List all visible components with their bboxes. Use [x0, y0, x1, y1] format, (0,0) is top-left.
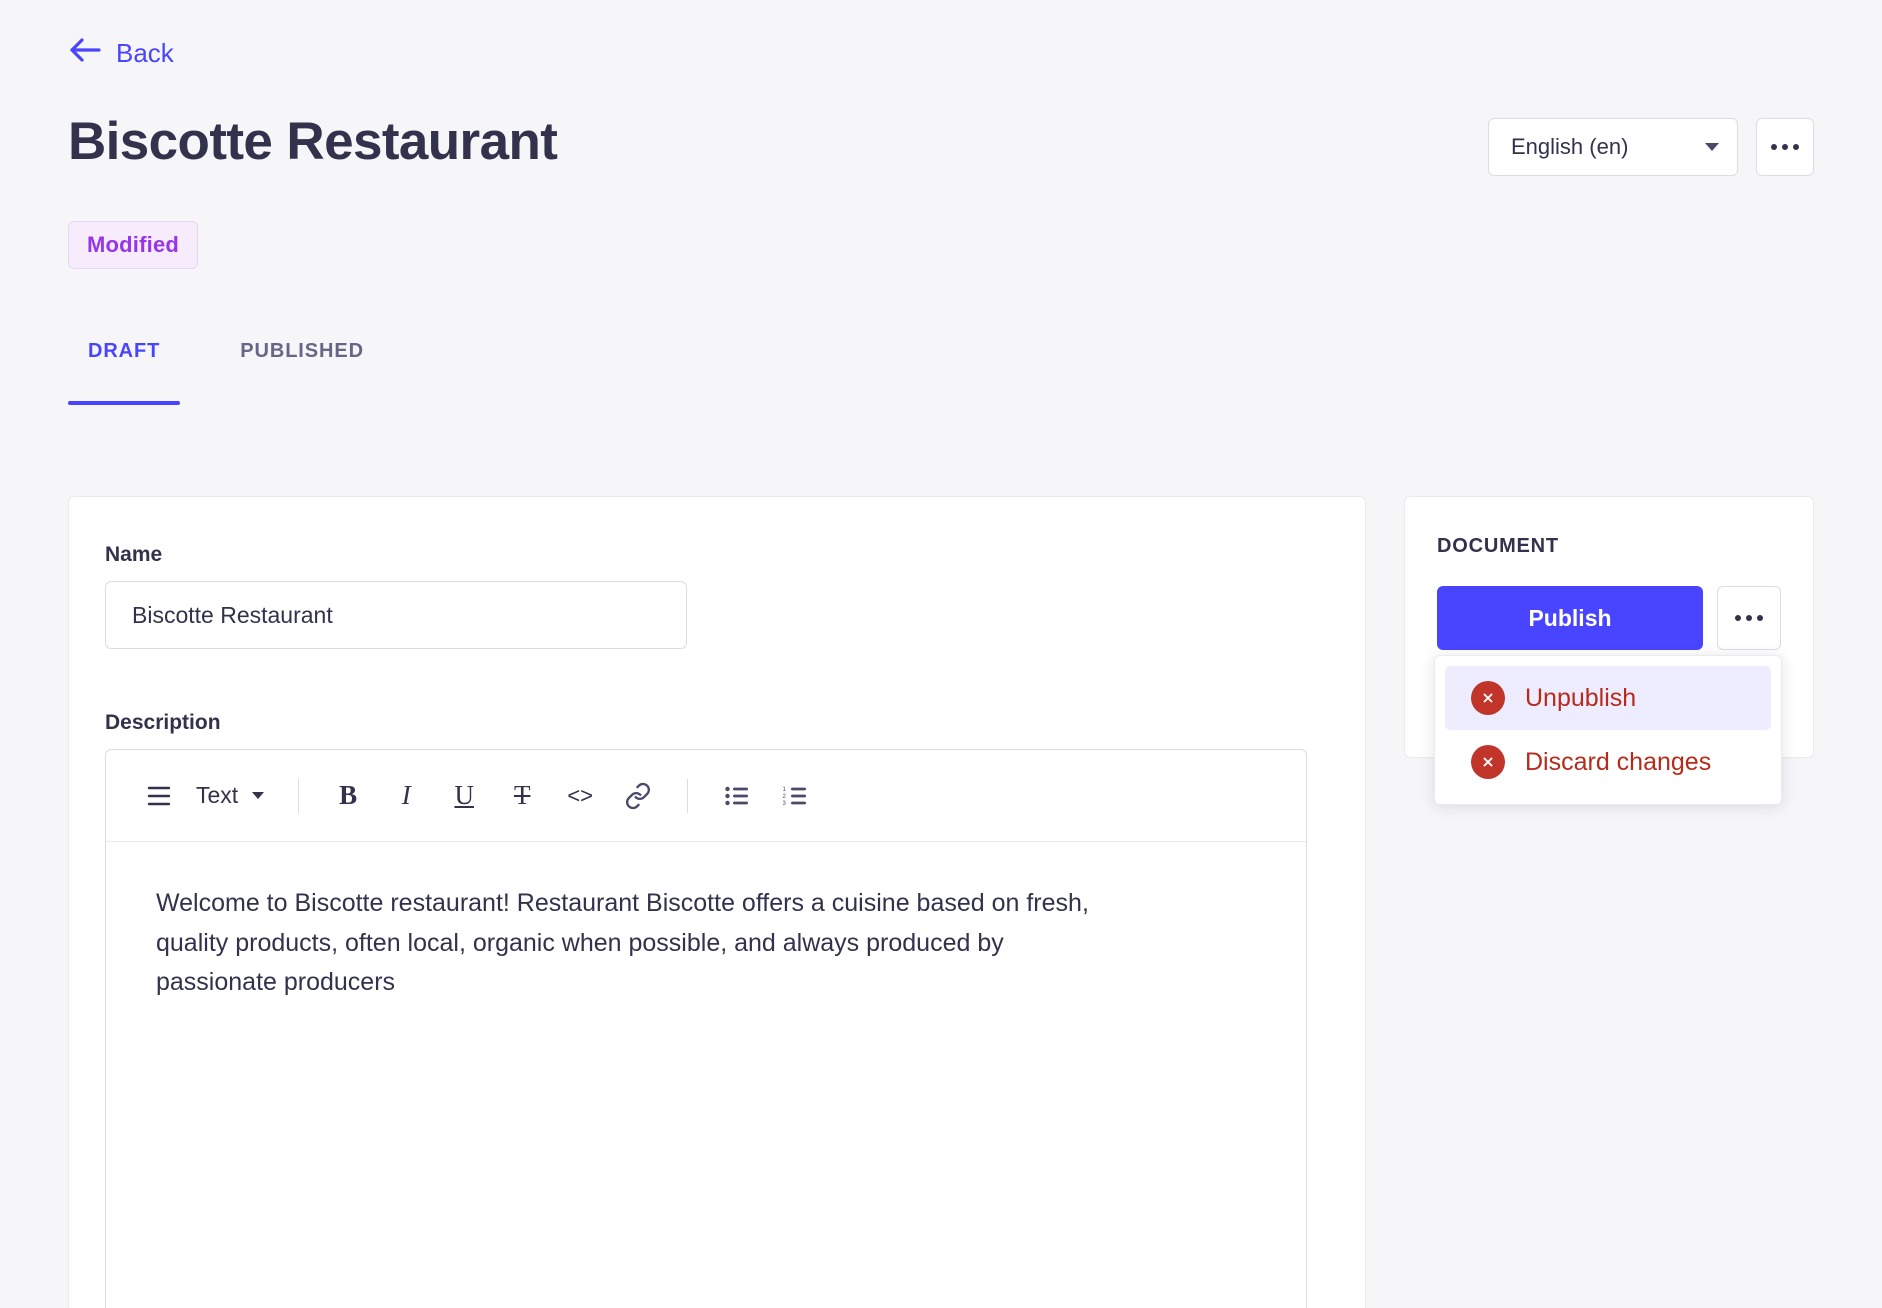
italic-button[interactable]: I	[381, 771, 431, 821]
menu-item-unpublish[interactable]: Unpublish	[1445, 666, 1771, 730]
cross-circle-icon	[1471, 681, 1505, 715]
link-icon	[624, 782, 652, 810]
document-more-button[interactable]	[1717, 586, 1781, 650]
text-style-select[interactable]: Text	[192, 771, 274, 821]
svg-text:1: 1	[783, 787, 787, 793]
content-card: Name Description Text B I	[68, 496, 1366, 1308]
back-link[interactable]: Back	[68, 36, 174, 69]
name-field-label: Name	[105, 543, 1329, 567]
menu-item-label: Discard changes	[1525, 748, 1711, 777]
bold-icon: B	[339, 782, 357, 809]
header-actions: English (en)	[1488, 118, 1814, 176]
toolbar-divider	[687, 779, 688, 813]
bulleted-list-icon	[724, 785, 750, 807]
code-button[interactable]: <>	[555, 771, 605, 821]
numbered-list-icon: 123	[782, 785, 808, 807]
tab-draft[interactable]: DRAFT	[68, 330, 180, 381]
chevron-down-icon	[252, 792, 264, 799]
bulleted-list-button[interactable]	[712, 771, 762, 821]
text-style-label: Text	[196, 782, 238, 809]
description-field-label: Description	[105, 711, 1329, 735]
strikethrough-icon: T	[514, 782, 531, 809]
strikethrough-button[interactable]: T	[497, 771, 547, 821]
editor-toolbar: Text B I U T <>	[106, 750, 1306, 842]
menu-item-discard-changes[interactable]: Discard changes	[1445, 730, 1771, 794]
description-editor: Text B I U T <>	[105, 749, 1307, 1308]
cross-circle-icon	[1471, 745, 1505, 779]
underline-button[interactable]: U	[439, 771, 489, 821]
paragraph-format-icon[interactable]	[134, 771, 184, 821]
status-badge: Modified	[68, 221, 198, 269]
publish-button[interactable]: Publish	[1437, 586, 1703, 650]
document-actions-menu: Unpublish Discard changes	[1434, 655, 1782, 805]
ellipsis-icon	[1735, 615, 1741, 621]
language-select-value: English (en)	[1511, 134, 1628, 160]
page-title: Biscotte Restaurant	[68, 112, 557, 173]
ellipsis-icon	[1782, 144, 1788, 150]
tab-bar: DRAFT PUBLISHED	[68, 330, 384, 381]
editor-paragraph: Welcome to Biscotte restaurant! Restaura…	[156, 884, 1116, 1003]
bold-button[interactable]: B	[323, 771, 373, 821]
back-label: Back	[116, 40, 174, 66]
ellipsis-icon	[1746, 615, 1752, 621]
tab-published[interactable]: PUBLISHED	[220, 330, 384, 381]
underline-icon: U	[454, 782, 474, 809]
arrow-left-icon	[68, 36, 102, 69]
title-row: Biscotte Restaurant English (en)	[68, 112, 1814, 176]
language-select[interactable]: English (en)	[1488, 118, 1738, 176]
ellipsis-icon	[1771, 144, 1777, 150]
ellipsis-icon	[1757, 615, 1763, 621]
italic-icon: I	[402, 782, 411, 809]
numbered-list-button[interactable]: 123	[770, 771, 820, 821]
toolbar-divider	[298, 779, 299, 813]
code-icon: <>	[567, 783, 593, 809]
editor-body[interactable]: Welcome to Biscotte restaurant! Restaura…	[106, 842, 1306, 1045]
header-more-button[interactable]	[1756, 118, 1814, 176]
menu-item-label: Unpublish	[1525, 684, 1636, 713]
document-panel-heading: DOCUMENT	[1437, 535, 1781, 558]
chevron-down-icon	[1705, 143, 1719, 151]
ellipsis-icon	[1793, 144, 1799, 150]
svg-text:2: 2	[783, 794, 787, 800]
link-button[interactable]	[613, 771, 663, 821]
name-input[interactable]	[105, 581, 687, 649]
svg-text:3: 3	[783, 801, 787, 807]
document-panel-actions: Publish	[1437, 586, 1781, 650]
